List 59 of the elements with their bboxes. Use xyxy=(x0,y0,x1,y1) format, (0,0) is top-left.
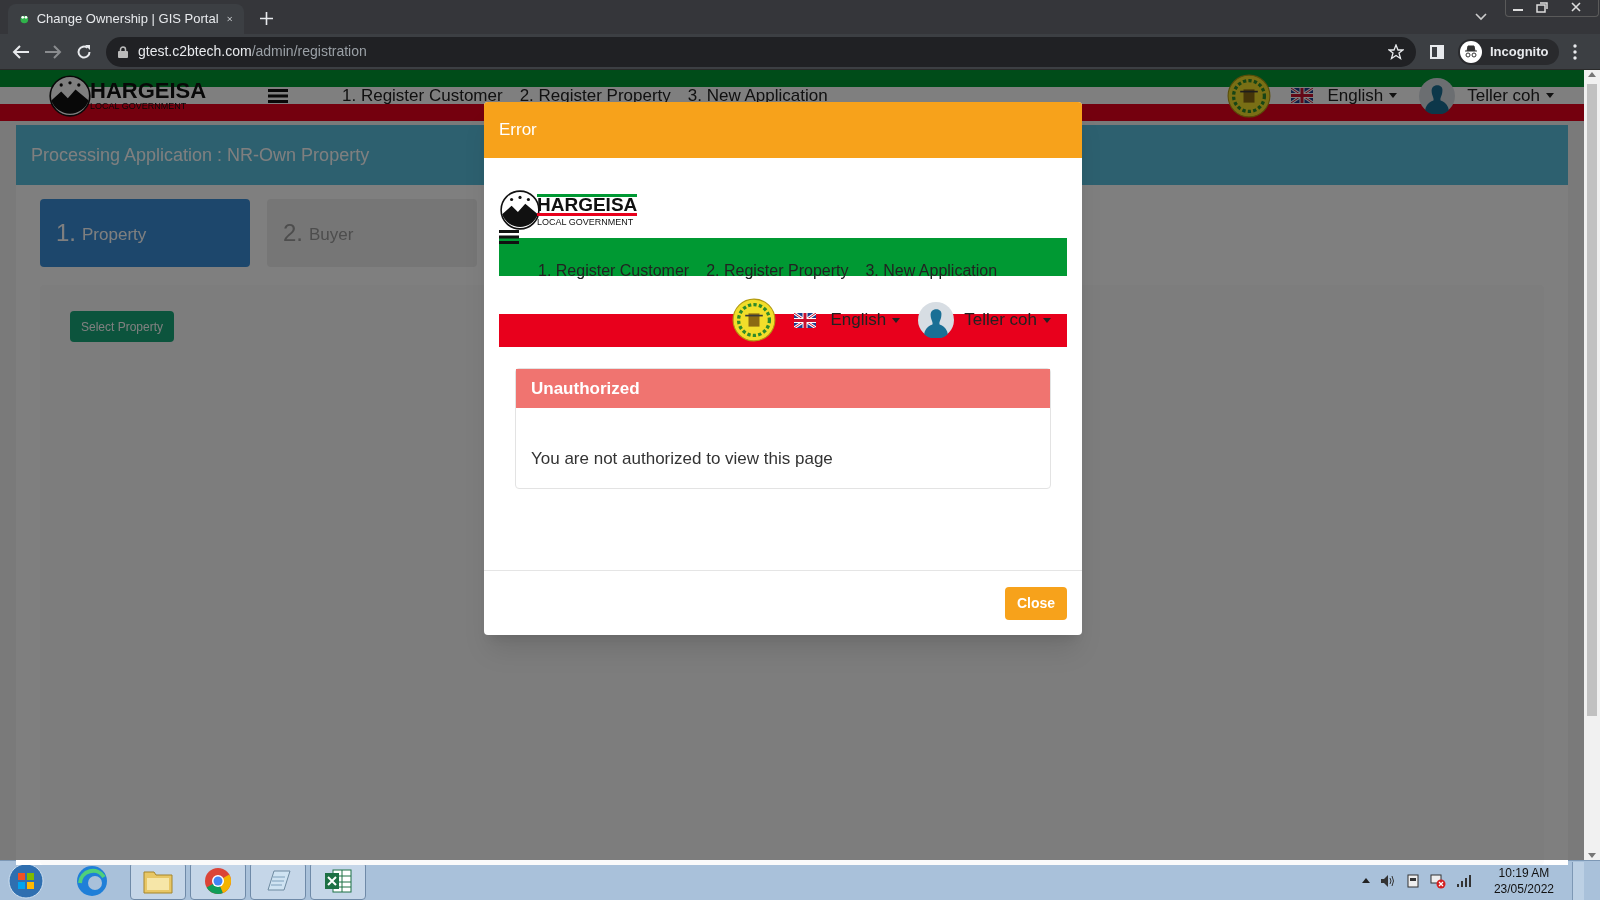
dialog-title: Error xyxy=(499,119,537,142)
address-bar[interactable]: gtest.c2btech.com/admin/registration xyxy=(106,36,1416,67)
user-dropdown[interactable]: Teller coh xyxy=(1467,82,1554,109)
clock-date: 23/05/2022 xyxy=(1493,880,1554,897)
nav-link[interactable]: 1. Register Customer xyxy=(538,260,690,282)
emblem-icon xyxy=(732,298,777,342)
logo-subtitle: LOCAL GOVERNMENT xyxy=(90,102,188,111)
emblem-icon xyxy=(1227,73,1272,118)
browser-tab[interactable]: Change Ownership | GIS Portal xyxy=(8,4,244,34)
reload-icon[interactable] xyxy=(76,43,92,60)
step-tab[interactable]: 1. Property xyxy=(40,199,250,267)
chrome-icon xyxy=(204,866,232,895)
alert-message: You are not authorized to view this page xyxy=(531,447,833,470)
flag-icon xyxy=(794,312,817,328)
new-tab-icon[interactable] xyxy=(260,12,273,25)
device-icon[interactable] xyxy=(1405,872,1420,889)
panel-title: Processing Application : NR-Own Property xyxy=(31,143,370,167)
alert-title: Unauthorized xyxy=(531,377,640,400)
star-icon[interactable] xyxy=(1388,43,1404,60)
tray-arrow-icon[interactable] xyxy=(1361,878,1370,883)
logo-icon xyxy=(48,73,92,118)
scroll-up-icon[interactable] xyxy=(1588,72,1596,77)
scrollbar[interactable] xyxy=(1584,70,1600,860)
speaker-icon[interactable] xyxy=(1379,873,1396,888)
nav-link[interactable]: 1. Register Customer xyxy=(342,82,503,109)
scrollbar-thumb[interactable] xyxy=(1587,84,1597,716)
language-dropdown[interactable]: English xyxy=(1327,82,1398,109)
incognito-icon xyxy=(1460,40,1482,63)
profile-chip[interactable]: Incognito xyxy=(1458,38,1559,65)
caret-icon xyxy=(892,317,901,323)
chevron-down-icon[interactable] xyxy=(1475,13,1487,21)
url-text: gtest.c2btech.com/admin/registration xyxy=(138,42,368,61)
notepad-icon xyxy=(264,867,292,894)
close-icon[interactable] xyxy=(226,14,232,24)
select-property-button[interactable]: Select Property xyxy=(70,311,175,342)
signal-icon[interactable] xyxy=(1455,874,1472,887)
forward-icon[interactable] xyxy=(44,43,62,60)
side-panel-icon[interactable] xyxy=(1430,44,1444,59)
caret-icon xyxy=(1043,317,1051,323)
nav-link[interactable]: 2. Register Property xyxy=(706,260,849,282)
lock-icon xyxy=(118,45,128,58)
caret-icon xyxy=(1546,93,1554,98)
language-dropdown[interactable]: English xyxy=(830,307,901,333)
logo-title: HARGEISA xyxy=(537,193,638,216)
avatar-icon xyxy=(918,302,955,338)
flag-icon xyxy=(1291,88,1314,103)
more-icon[interactable] xyxy=(1572,43,1577,60)
scroll-down-icon[interactable] xyxy=(1588,853,1596,858)
nav-link[interactable]: 3. New Application xyxy=(865,260,998,282)
network-error-icon[interactable] xyxy=(1429,872,1446,889)
menu-icon[interactable] xyxy=(499,230,519,244)
avatar-icon xyxy=(1419,77,1456,114)
clock-time: 10:19 AM xyxy=(1498,864,1550,881)
caret-icon xyxy=(1389,93,1398,98)
user-dropdown[interactable]: Teller coh xyxy=(964,307,1051,333)
tab-title: Change Ownership | GIS Portal xyxy=(36,10,219,29)
back-icon[interactable] xyxy=(12,43,30,60)
spreadsheet-icon xyxy=(323,866,353,895)
logo-subtitle: LOCAL GOVERNMENT xyxy=(537,217,635,227)
